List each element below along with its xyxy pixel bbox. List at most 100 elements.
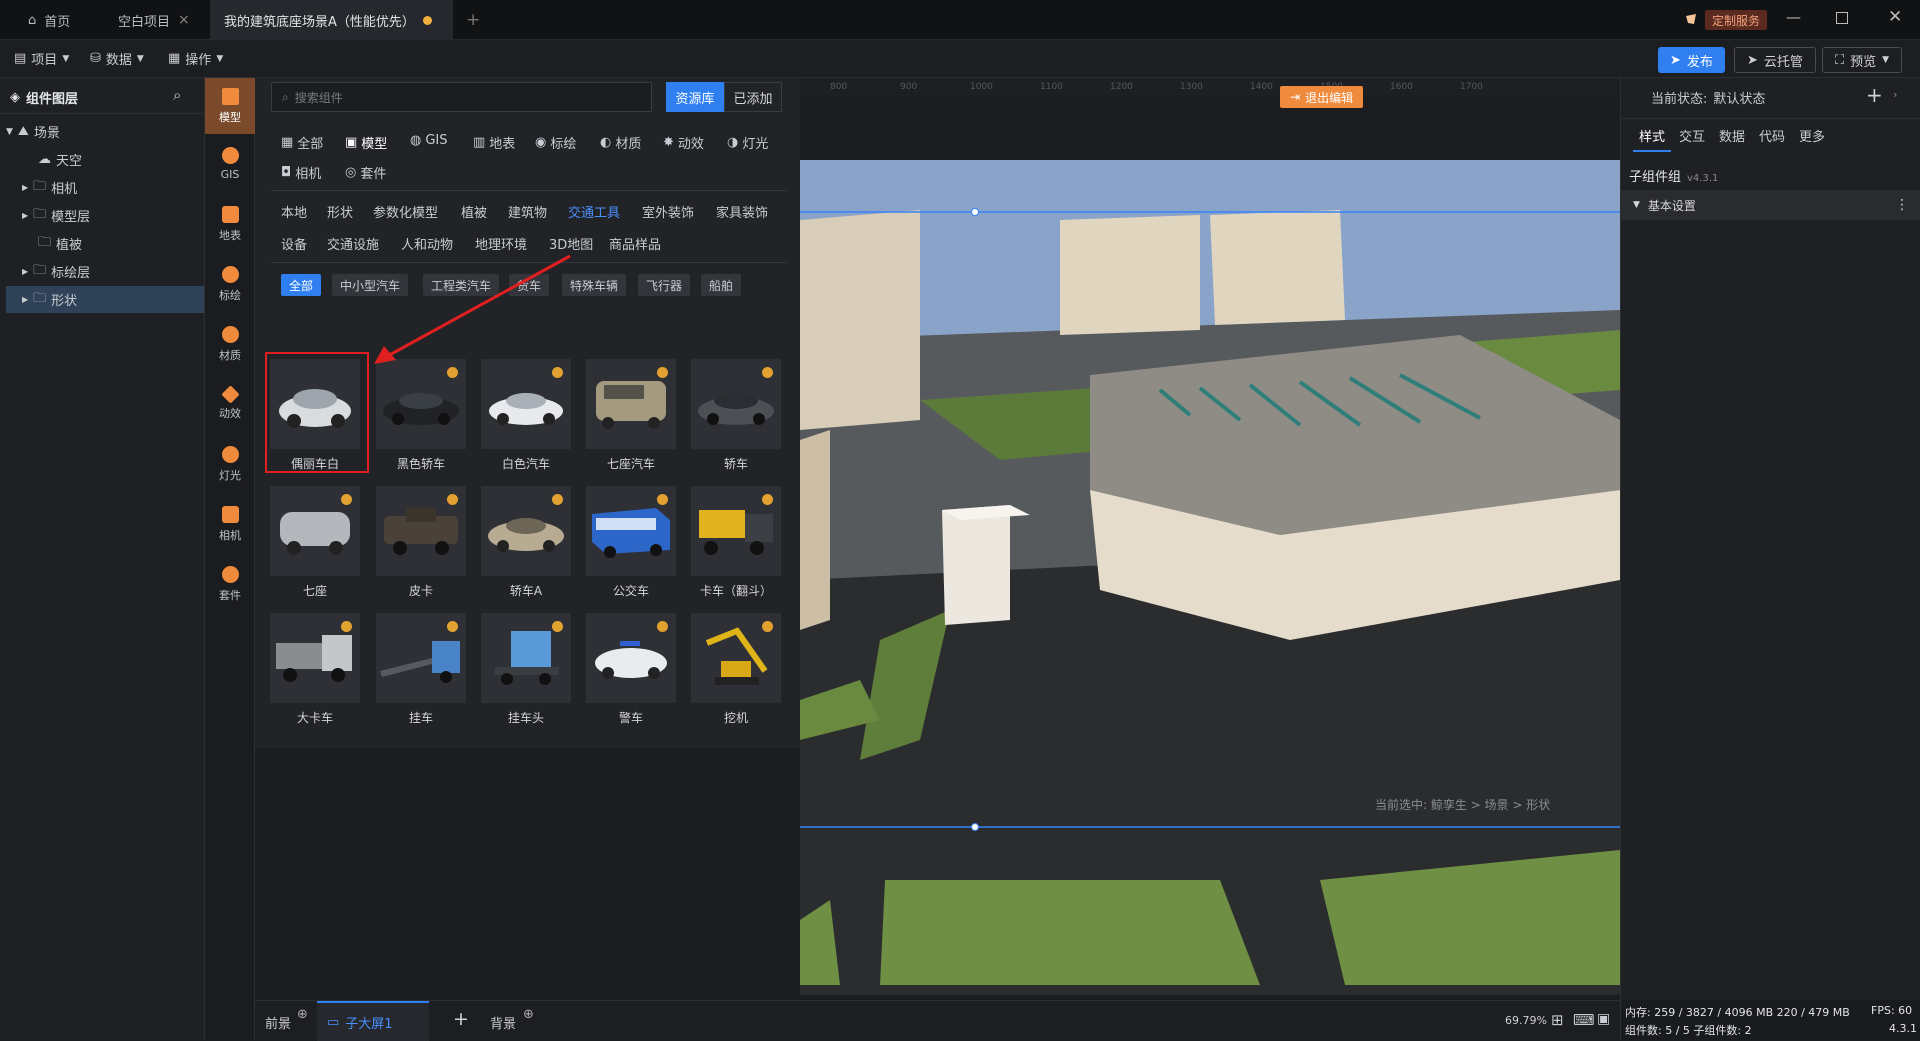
category-marker[interactable]: ◉ 标绘 [535,133,576,152]
data-menu[interactable]: ⛁ 数据 ▼ [90,49,144,68]
layer-item-vegetation[interactable]: 🗀 植被 [6,230,204,257]
asset-card[interactable]: 七座 [270,486,360,598]
zoom-level[interactable]: 69.79% [1505,1014,1547,1027]
rail-gis[interactable]: GIS [205,136,255,192]
rail-model[interactable]: 模型 [205,78,255,134]
rail-effect[interactable]: 动效 [205,376,255,432]
tab-scene[interactable]: 我的建筑底座场景A（性能优先） [210,0,453,40]
layer-item-sky[interactable]: ☁ 天空 [6,146,204,173]
section-basic-settings[interactable]: ▼ 基本设置 ⋮ [1621,190,1920,220]
minimize-icon[interactable]: — [1786,8,1801,26]
layer-item-camera[interactable]: ▶ 🗀 相机 [6,174,204,201]
console-icon[interactable]: ▣ [1597,1011,1610,1027]
operate-menu[interactable]: ▦ 操作 ▼ [168,49,223,68]
cloud-hosting-button[interactable]: ➤ 云托管 [1734,47,1816,73]
subcategory-item[interactable]: 商品样品 [609,234,661,253]
subcategory-item[interactable]: 设备 [281,234,307,253]
rail-marker[interactable]: 标绘 [205,256,255,312]
added-tab[interactable]: 已添加 [724,82,782,112]
fit-screen-icon[interactable]: ⊞ [1551,1011,1564,1029]
child-screen-tab[interactable]: ▭ 子大屏1 [317,1001,429,1041]
scene-viewport[interactable]: 800 900 1000 1100 1200 1300 1400 1500 16… [800,78,1620,998]
category-all[interactable]: ▦ 全部 [281,133,323,152]
tab-blank-project[interactable]: 空白项目 × [104,0,204,40]
asset-card[interactable]: 皮卡 [376,486,466,598]
category-gis[interactable]: ◍ GIS [410,133,448,148]
subcategory-item[interactable]: 植被 [461,202,487,221]
category-material[interactable]: ◐ 材质 [600,133,641,152]
rail-terrain[interactable]: 地表 [205,196,255,252]
foreground-tab[interactable]: 前景 [265,1013,291,1032]
tab-interaction[interactable]: 交互 [1679,126,1705,145]
asset-card[interactable]: 七座汽车 [586,359,676,471]
rail-light[interactable]: 灯光 [205,436,255,492]
tab-style[interactable]: 样式 [1639,126,1665,145]
custom-service-button[interactable]: 定制服务 [1705,10,1768,30]
category-model[interactable]: ▣ 模型 [345,133,387,152]
layer-item-marker[interactable]: ▶ 🗀 标绘层 [6,258,204,285]
subcategory-item[interactable]: 参数化模型 [373,202,438,221]
add-state-icon[interactable]: + [1866,83,1883,107]
layer-item-scene[interactable]: ▼ ⛰ 场景 [6,118,204,145]
source-library-tab[interactable]: 资源库 [666,82,724,112]
category-effect[interactable]: ✸ 动效 [663,133,704,152]
tab-more[interactable]: 更多 [1799,126,1825,145]
chevron-right-icon: ▶ [22,211,29,220]
menu-label: 项目 [31,53,58,68]
subcategory-item[interactable]: 建筑物 [508,202,547,221]
more-icon[interactable]: ⋮ [1895,197,1909,213]
layer-item-model[interactable]: ▶ 🗀 模型层 [6,202,204,229]
asset-card[interactable]: 卡车（翻斗） [691,486,781,598]
asset-card[interactable]: 大卡车 [270,613,360,725]
chevron-right-icon[interactable]: › [1893,88,1897,101]
rail-kit[interactable]: 套件 [205,556,255,612]
filter-chip[interactable]: 飞行器 [638,274,691,296]
state-value[interactable]: 默认状态 [1713,88,1765,107]
add-foreground-icon[interactable]: ⊕ [297,1007,308,1022]
search-icon[interactable]: ⌕ [173,86,181,104]
add-screen-icon[interactable]: + [453,1008,469,1030]
asset-card[interactable]: 警车 [586,613,676,725]
asset-card[interactable]: 黑色轿车 [376,359,466,471]
asset-card[interactable]: 白色汽车 [481,359,571,471]
subcategory-item[interactable]: 本地 [281,202,307,221]
asset-card[interactable]: 轿车 [691,359,781,471]
chevron-down-icon: ▼ [62,53,70,64]
asset-thumbnail [270,486,360,576]
tab-label: 空白项目 [118,14,171,30]
add-tab-icon[interactable]: + [466,10,480,30]
tab-home[interactable]: ⌂ 首页 [14,0,84,40]
preview-button[interactable]: ⛶ 预览 ▼ [1822,47,1903,73]
rail-material[interactable]: 材质 [205,316,255,372]
keyboard-icon[interactable]: ⌨ [1573,1011,1595,1029]
exit-edit-button[interactable]: ⇥ 退出编辑 [1280,86,1364,108]
subcategory-item[interactable]: 室外装饰 [642,202,694,221]
search-input[interactable]: ⌕ 搜索组件 [271,82,652,112]
tab-code[interactable]: 代码 [1759,126,1785,145]
asset-card[interactable]: 挂车 [376,613,466,725]
project-menu[interactable]: ▤ 项目 ▼ [14,49,69,68]
category-kit[interactable]: ◎ 套件 [345,163,386,182]
subcategory-transport[interactable]: 交通工具 [568,202,620,221]
tab-data[interactable]: 数据 [1719,126,1745,145]
add-background-icon[interactable]: ⊕ [523,1007,534,1022]
asset-card[interactable]: 轿车A [481,486,571,598]
maximize-icon[interactable] [1836,12,1848,24]
background-tab[interactable]: 背景 [490,1013,516,1032]
asset-card[interactable]: 挖机 [691,613,781,725]
publish-button[interactable]: ➤ 发布 [1658,47,1725,73]
category-terrain[interactable]: ▥ 地表 [473,133,515,152]
subcategory-item[interactable]: 家具装饰 [716,202,768,221]
filter-all[interactable]: 全部 [281,274,322,296]
category-camera[interactable]: ◘ 相机 [281,163,321,182]
filter-chip[interactable]: 船舶 [701,274,742,296]
close-icon[interactable]: × [178,12,190,28]
layer-item-shape[interactable]: ▶ 🗀 形状 [6,286,204,313]
asset-card[interactable]: 公交车 [586,486,676,598]
window-close-icon[interactable]: ✕ [1888,7,1902,27]
category-light[interactable]: ◑ 灯光 [727,133,768,152]
rail-camera[interactable]: 相机 [205,496,255,552]
file-icon: ▤ [14,51,27,66]
subcategory-item[interactable]: 形状 [327,202,353,221]
asset-card[interactable]: 挂车头 [481,613,571,725]
